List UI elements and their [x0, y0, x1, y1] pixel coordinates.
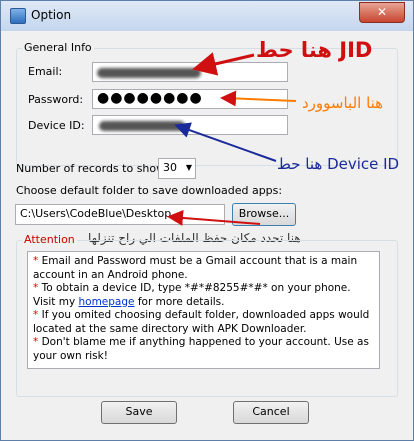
arrow-folder	[167, 209, 261, 226]
option-dialog: Option ✕ General Info Email: Password: ●…	[0, 0, 414, 441]
title-bar[interactable]: Option ✕	[1, 1, 413, 31]
window-title: Option	[31, 8, 72, 22]
annotation-arrows	[167, 52, 297, 226]
arrow-jid	[192, 52, 255, 76]
close-button[interactable]: ✕	[359, 2, 405, 23]
app-icon	[10, 8, 26, 24]
arrow-password	[220, 90, 297, 107]
dialog-body: General Info Email: Password: ●●●●●●●● D…	[8, 31, 406, 432]
arrow-device-id	[174, 122, 277, 162]
